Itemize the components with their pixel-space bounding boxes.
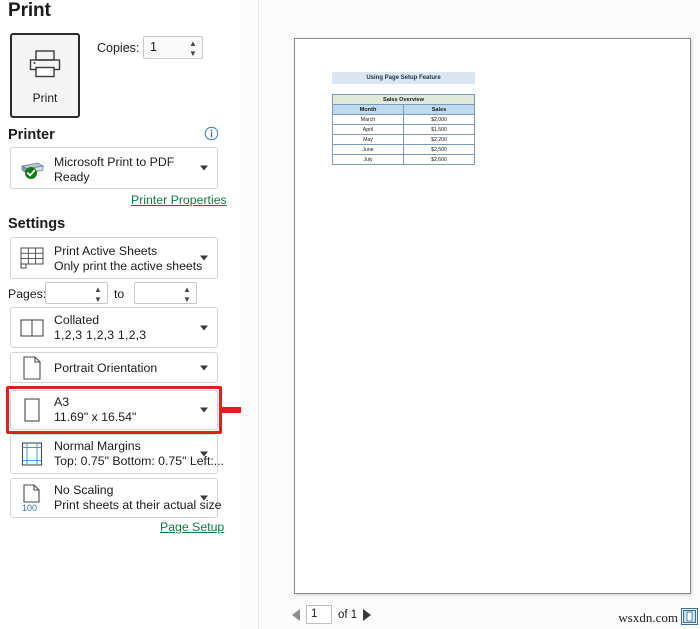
pages-label: Pages: — [8, 287, 47, 301]
spinner-down-icon[interactable]: ▼ — [94, 296, 102, 304]
print-button-label: Print — [32, 90, 58, 105]
table-overview-row: Sales Overview — [332, 94, 475, 105]
spinner-down-icon[interactable]: ▼ — [189, 50, 197, 58]
scaling-description: Print sheets at their actual size — [54, 498, 222, 512]
cell-sales: $2,500 — [403, 144, 475, 155]
print-what-select[interactable]: Print Active Sheets Only print the activ… — [10, 237, 218, 279]
copies-spinner[interactable]: ▲ ▼ — [187, 38, 199, 59]
page-count-label: of 1 — [338, 608, 358, 621]
settings-section-heading: Settings — [8, 216, 66, 232]
worksheet-grid-icon — [18, 244, 46, 272]
printer-status: Ready — [54, 170, 90, 184]
print-preview-pane: Using Page Setup Feature Sales Overview … — [241, 0, 700, 629]
pages-to-spinner[interactable]: ▲ ▼ — [181, 284, 193, 305]
paper-sheet-icon — [18, 396, 46, 424]
preview-page: Using Page Setup Feature Sales Overview … — [294, 38, 691, 594]
chevron-down-icon[interactable] — [200, 325, 208, 330]
table-row: April $1,500 — [332, 124, 475, 135]
margins-description: Top: 0.75" Bottom: 0.75" Left:... — [54, 454, 225, 468]
collation-select[interactable]: Collated 1,2,3 1,2,3 1,2,3 — [10, 307, 218, 348]
info-icon[interactable] — [204, 126, 219, 141]
paper-size-description: 11.69" x 16.54" — [54, 410, 137, 424]
page-setup-link[interactable]: Page Setup — [160, 520, 224, 534]
sales-table: Sales Overview Month Sales March $2,000 … — [332, 94, 475, 165]
paper-size-select[interactable]: A3 11.69" x 16.54" — [10, 390, 218, 430]
page-number-input[interactable]: 1 — [306, 605, 332, 624]
table-row: May $2,200 — [332, 134, 475, 145]
orientation-select[interactable]: Portrait Orientation — [10, 352, 218, 383]
spinner-down-icon[interactable]: ▼ — [183, 296, 191, 304]
table-header-row: Month Sales — [332, 104, 475, 115]
portrait-page-icon — [18, 354, 46, 382]
collation-description: 1,2,3 1,2,3 1,2,3 — [54, 328, 147, 342]
column-header-sales: Sales — [403, 104, 475, 115]
pane-divider — [258, 0, 259, 629]
chevron-down-icon[interactable] — [200, 165, 208, 171]
print-dialog: Print Print Copies: 1 ▲ ▼ Printer Micros… — [0, 0, 700, 629]
spinner-up-icon[interactable]: ▲ — [183, 285, 191, 293]
document-title-banner: Using Page Setup Feature — [332, 72, 475, 84]
cell-sales: $2,200 — [403, 134, 475, 145]
watermark: wsxdn.com — [618, 610, 678, 625]
preview-page-navigation: 1 of 1 — [292, 605, 372, 624]
table-row: March $2,000 — [332, 114, 475, 125]
table-row: June $2,500 — [332, 144, 475, 155]
print-what-description: Only print the active sheets — [54, 259, 203, 273]
printer-name: Microsoft Print to PDF — [54, 155, 175, 169]
table-overview-header: Sales Overview — [332, 94, 475, 105]
chevron-down-icon[interactable] — [200, 407, 208, 413]
printer-section-heading: Printer — [8, 127, 55, 143]
collation-title: Collated — [54, 313, 100, 327]
printer-icon — [28, 49, 62, 84]
pages-to-label: to — [114, 287, 125, 301]
orientation-title: Portrait Orientation — [54, 361, 158, 375]
scaling-title: No Scaling — [54, 483, 114, 497]
printer-select[interactable]: Microsoft Print to PDF Ready — [10, 147, 218, 189]
no-scaling-icon: 100 — [18, 484, 46, 512]
printer-properties-link[interactable]: Printer Properties — [131, 193, 227, 207]
scaling-select[interactable]: 100 No Scaling Print sheets at their act… — [10, 478, 222, 518]
collate-pages-icon — [18, 314, 46, 342]
print-settings-pane: Print Print Copies: 1 ▲ ▼ Printer Micros… — [0, 0, 240, 629]
cell-month: June — [332, 144, 404, 155]
pages-to-input[interactable]: ▲ ▼ — [134, 282, 197, 304]
printer-ready-icon — [18, 154, 46, 182]
margins-select[interactable]: Normal Margins Top: 0.75" Bottom: 0.75" … — [10, 434, 224, 474]
copies-stepper[interactable]: 1 ▲ ▼ — [143, 36, 203, 59]
cell-sales: $1,500 — [403, 124, 475, 135]
document-title-text: Using Page Setup Feature — [366, 75, 441, 81]
cell-month: May — [332, 134, 404, 145]
copies-label: Copies: — [97, 41, 140, 55]
svg-text:100: 100 — [22, 503, 37, 512]
chevron-down-icon[interactable] — [200, 365, 208, 370]
print-what-title: Print Active Sheets — [54, 244, 158, 258]
cell-month: July — [332, 154, 404, 165]
margins-icon — [18, 440, 46, 468]
table-row: July $2,600 — [332, 154, 475, 165]
cell-sales: $2,600 — [403, 154, 475, 165]
copies-value: 1 — [150, 40, 157, 54]
column-header-month: Month — [332, 104, 404, 115]
chevron-down-icon[interactable] — [200, 255, 208, 261]
margins-title: Normal Margins — [54, 439, 141, 453]
chevron-down-icon[interactable] — [200, 495, 208, 501]
print-button[interactable]: Print — [10, 33, 80, 118]
spinner-up-icon[interactable]: ▲ — [189, 39, 197, 47]
cell-month: April — [332, 124, 404, 135]
cell-month: March — [332, 114, 404, 125]
previous-page-arrow-icon[interactable] — [292, 608, 300, 621]
next-page-arrow-icon[interactable] — [363, 608, 372, 621]
zoom-to-page-icon[interactable] — [681, 608, 698, 625]
cell-sales: $2,000 — [403, 114, 475, 125]
pages-from-spinner[interactable]: ▲ ▼ — [92, 284, 104, 305]
paper-size-title: A3 — [54, 395, 70, 409]
chevron-down-icon[interactable] — [200, 451, 208, 457]
spinner-up-icon[interactable]: ▲ — [94, 285, 102, 293]
pages-from-input[interactable]: ▲ ▼ — [45, 282, 108, 304]
page-title: Print — [8, 0, 51, 21]
